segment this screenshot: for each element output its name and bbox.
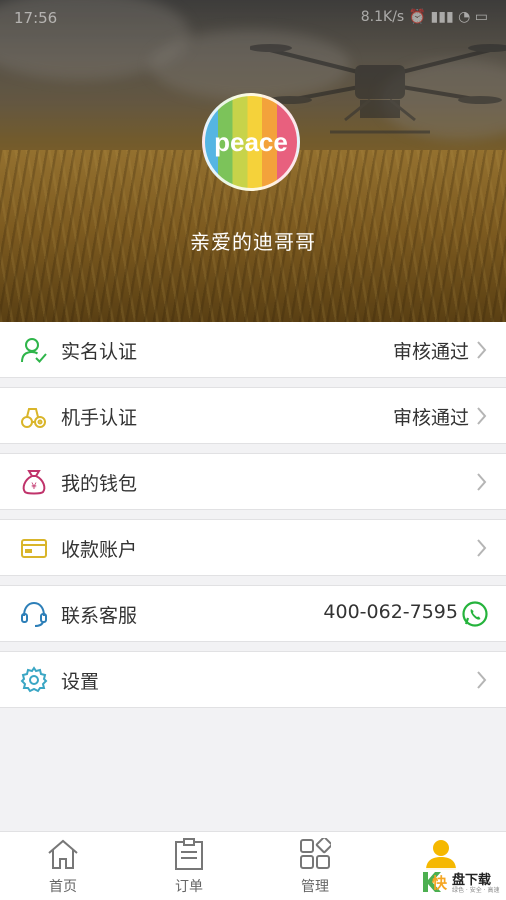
phone-call-icon[interactable] <box>462 601 488 627</box>
money-bag-icon: ¥ <box>20 468 48 496</box>
menu-label: 收款账户 <box>61 539 138 561</box>
svg-text:¥: ¥ <box>31 482 37 492</box>
section-divider <box>0 444 506 454</box>
menu-item-settings[interactable]: 设置 <box>0 652 506 708</box>
chevron-right-icon <box>477 671 487 689</box>
status-bar: 17:56 8.1K/s ⏰ ▮▮▮ ◔ ▭ <box>0 0 506 36</box>
user-icon <box>426 840 456 870</box>
profile-menu: 实名认证 审核通过 机手认证 审核通过 ¥ 我的钱包 收款账户 联系客服 400… <box>0 322 506 708</box>
menu-item-wallet[interactable]: ¥ 我的钱包 <box>0 454 506 510</box>
watermark-kuai: 快 <box>432 874 448 892</box>
status-time: 17:56 <box>14 9 58 27</box>
menu-label: 实名认证 <box>61 341 138 363</box>
chevron-right-icon <box>477 407 487 425</box>
tractor-icon <box>20 402 48 430</box>
section-divider <box>0 642 506 652</box>
profile-header: 17:56 8.1K/s ⏰ ▮▮▮ ◔ ▭ peace 亲爱的迪哥哥 <box>0 0 506 322</box>
avatar-text: peace <box>214 126 288 157</box>
service-phone-number[interactable]: 400-062-7595 <box>323 601 458 623</box>
status-indicators: 8.1K/s ⏰ ▮▮▮ ◔ ▭ <box>360 9 488 25</box>
menu-item-customer-service[interactable]: 联系客服 400-062-7595 <box>0 586 506 642</box>
avatar[interactable]: peace <box>202 93 300 191</box>
section-divider <box>0 378 506 388</box>
person-check-icon <box>20 336 48 364</box>
menu-label: 设置 <box>61 671 100 693</box>
tab-home[interactable]: 首页 <box>0 832 126 900</box>
section-divider <box>0 510 506 520</box>
tab-label: 订单 <box>175 879 203 895</box>
menu-label: 联系客服 <box>61 605 138 627</box>
headset-icon <box>20 600 48 628</box>
chevron-right-icon <box>477 473 487 491</box>
menu-item-real-name[interactable]: 实名认证 审核通过 <box>0 322 506 378</box>
clipboard-icon <box>175 838 203 870</box>
menu-label: 机手认证 <box>61 407 138 429</box>
chevron-right-icon <box>477 341 487 359</box>
section-divider <box>0 576 506 586</box>
menu-item-operator-verification[interactable]: 机手认证 审核通过 <box>0 388 506 444</box>
verification-status: 审核通过 <box>392 407 469 429</box>
watermark-subtitle: 绿色 · 安全 · 高速 <box>452 887 500 894</box>
gear-icon <box>20 666 48 694</box>
menu-label: 我的钱包 <box>61 473 138 495</box>
verification-status: 审核通过 <box>392 341 469 363</box>
chevron-right-icon <box>477 539 487 557</box>
home-icon <box>48 839 78 869</box>
bank-card-icon <box>20 534 48 562</box>
tab-label: 首页 <box>49 879 77 895</box>
tab-orders[interactable]: 订单 <box>126 832 252 900</box>
username: 亲爱的迪哥哥 <box>190 230 316 254</box>
site-watermark: 快 盘下载 绿色 · 安全 · 高速 <box>418 868 504 896</box>
tab-label: 管理 <box>301 879 329 895</box>
tab-manage[interactable]: 管理 <box>252 832 378 900</box>
menu-item-receiving-account[interactable]: 收款账户 <box>0 520 506 576</box>
grid-icon <box>300 838 331 869</box>
